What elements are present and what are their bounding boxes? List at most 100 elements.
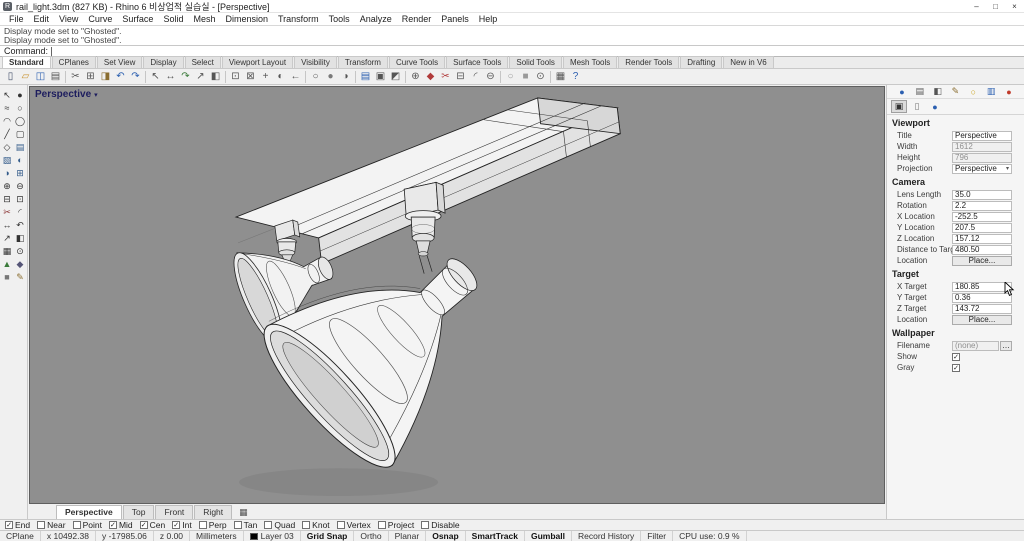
layers-icon[interactable]: ▤ — [358, 70, 373, 84]
toolbar-tab-set-view[interactable]: Set View — [96, 56, 143, 68]
viewport-tab-perspective[interactable]: Perspective — [56, 505, 122, 519]
redo-icon[interactable]: ↷ — [128, 70, 143, 84]
help-icon[interactable]: ? — [568, 70, 583, 84]
rectangle-icon[interactable]: ▢ — [14, 128, 27, 140]
filename-field[interactable]: (none) — [952, 340, 999, 351]
four-view-toggle-icon[interactable]: ▦ — [239, 505, 248, 519]
boolean-difference-icon[interactable]: ⊖ — [14, 180, 27, 192]
split-icon[interactable]: ⊟ — [1, 193, 14, 205]
notifications-tab-icon[interactable]: ● — [1002, 86, 1015, 98]
rotate-view-icon[interactable]: ◐ — [273, 70, 288, 84]
osnap-checkbox-tan[interactable] — [233, 521, 242, 529]
trim-icon[interactable]: ✂ — [1, 206, 14, 218]
property-value-field[interactable]: 180.85 — [952, 281, 1012, 292]
property-value-field[interactable]: 0.36 — [952, 292, 1012, 303]
grid-snap-toggle-icon[interactable]: ▦ — [553, 70, 568, 84]
toolbar-tab-visibility[interactable]: Visibility — [294, 56, 337, 68]
menu-help[interactable]: Help — [474, 13, 503, 26]
display-options-icon[interactable]: ◩ — [388, 70, 403, 84]
osnap-checkbox-perp[interactable] — [198, 521, 207, 529]
viewport-tab-right[interactable]: Right — [194, 505, 233, 519]
status-ortho[interactable]: Ortho — [354, 531, 389, 541]
minimize-button[interactable]: – — [967, 0, 986, 13]
menu-analyze[interactable]: Analyze — [355, 13, 397, 26]
properties-tab-icon[interactable]: ● — [895, 86, 908, 98]
menu-render[interactable]: Render — [397, 13, 437, 26]
pan-view-icon[interactable]: + — [258, 70, 273, 84]
shaded-display-icon[interactable]: ● — [323, 70, 338, 84]
lock-object-icon[interactable]: ■ — [518, 70, 533, 84]
zoom-extents-icon[interactable]: ⊠ — [243, 70, 258, 84]
status-planar[interactable]: Planar — [389, 531, 427, 541]
osnap-checkbox-knot[interactable] — [302, 521, 311, 529]
ellipse-icon[interactable]: ◯ — [14, 115, 27, 127]
annotate-icon[interactable]: ✎ — [14, 271, 27, 283]
status-cplane[interactable]: CPlane — [0, 531, 41, 541]
status-osnap[interactable]: Osnap — [426, 531, 466, 541]
zoom-window-icon[interactable]: ⊡ — [228, 70, 243, 84]
wireframe-display-icon[interactable]: ○ — [308, 70, 323, 84]
status-millimeters[interactable]: Millimeters — [190, 531, 244, 541]
split-icon[interactable]: ⊟ — [453, 70, 468, 84]
ghosted-display-icon[interactable]: ◑ — [338, 70, 353, 84]
toolbar-tab-new-in-v6[interactable]: New in V6 — [723, 56, 774, 68]
join-icon[interactable]: ⊕ — [408, 70, 423, 84]
toolbar-tab-solid-tools[interactable]: Solid Tools — [509, 56, 562, 68]
material-subtab-icon[interactable]: ● — [927, 100, 943, 113]
curve-freeform-icon[interactable]: ≈ — [1, 102, 14, 114]
toolbar-tab-curve-tools[interactable]: Curve Tools — [388, 56, 446, 68]
status-z-0-00[interactable]: z 0.00 — [154, 531, 191, 541]
property-value-field[interactable]: 35.0 — [952, 189, 1012, 200]
osnap-checkbox-end[interactable]: ✓ — [5, 521, 13, 529]
select-arrow-icon[interactable]: ↖ — [1, 89, 14, 101]
property-value-field[interactable]: 480.50 — [952, 244, 1012, 255]
lightbulb-tab-icon[interactable]: ○ — [967, 86, 980, 98]
status-layer-03[interactable]: Layer 03 — [244, 531, 301, 541]
point-icon[interactable]: ● — [14, 89, 27, 101]
scale-icon[interactable]: ↗ — [193, 70, 208, 84]
arc-icon[interactable]: ◠ — [1, 115, 14, 127]
osnap-checkbox-disable[interactable] — [421, 521, 430, 529]
properties-icon[interactable]: ▣ — [373, 70, 388, 84]
solid-tools-icon[interactable]: ◆ — [14, 258, 27, 270]
place-button[interactable]: Place... — [952, 314, 1012, 325]
orient-icon[interactable]: ⊙ — [14, 245, 27, 257]
osnap-checkbox-project[interactable] — [377, 521, 386, 529]
close-button[interactable]: × — [1005, 0, 1024, 13]
osnap-checkbox-point[interactable] — [72, 521, 81, 529]
menu-dimension[interactable]: Dimension — [220, 13, 273, 26]
viewport-tab-front[interactable]: Front — [155, 505, 194, 519]
status-grid-snap[interactable]: Grid Snap — [301, 531, 355, 541]
sweep-icon[interactable]: ◑ — [1, 167, 14, 179]
offset-icon[interactable]: ⊖ — [483, 70, 498, 84]
checkbox-gray[interactable]: ✓ — [952, 363, 960, 372]
page-subtab-icon[interactable]: ▯ — [909, 100, 925, 113]
display-tab-icon[interactable]: ◧ — [931, 86, 944, 98]
osnap-checkbox-vertex[interactable] — [336, 521, 345, 529]
menu-mesh[interactable]: Mesh — [188, 13, 220, 26]
menu-file[interactable]: File — [4, 13, 29, 26]
menu-solid[interactable]: Solid — [158, 13, 188, 26]
group-icon[interactable]: ⊙ — [533, 70, 548, 84]
toolbar-tab-select[interactable]: Select — [184, 56, 221, 68]
undo-view-icon[interactable]: ← — [288, 70, 303, 84]
property-value-field[interactable]: 207.5 — [952, 222, 1012, 233]
osnap-checkbox-near[interactable] — [37, 521, 46, 529]
viewport-subtab-icon[interactable]: ▣ — [891, 100, 907, 113]
surface-plane-icon[interactable]: ▤ — [14, 141, 27, 153]
menu-surface[interactable]: Surface — [117, 13, 158, 26]
status-smarttrack[interactable]: SmartTrack — [466, 531, 525, 541]
property-value-field[interactable]: -252.5 — [952, 211, 1012, 222]
toolbar-tab-viewport-layout[interactable]: Viewport Layout — [221, 56, 294, 68]
toolbar-tab-display[interactable]: Display — [143, 56, 184, 68]
polygon-icon[interactable]: ◇ — [1, 141, 14, 153]
property-value-field[interactable]: 2.2 — [952, 200, 1012, 211]
menu-tools[interactable]: Tools — [324, 13, 355, 26]
menu-curve[interactable]: Curve — [83, 13, 117, 26]
open-file-icon[interactable]: ▱ — [18, 70, 33, 84]
property-value-field[interactable]: 143.72 — [952, 303, 1012, 314]
save-file-icon[interactable]: ◫ — [33, 70, 48, 84]
fillet-icon[interactable]: ◜ — [468, 70, 483, 84]
lock-icon[interactable]: ■ — [1, 271, 14, 283]
move-icon[interactable]: ↔ — [1, 219, 14, 231]
